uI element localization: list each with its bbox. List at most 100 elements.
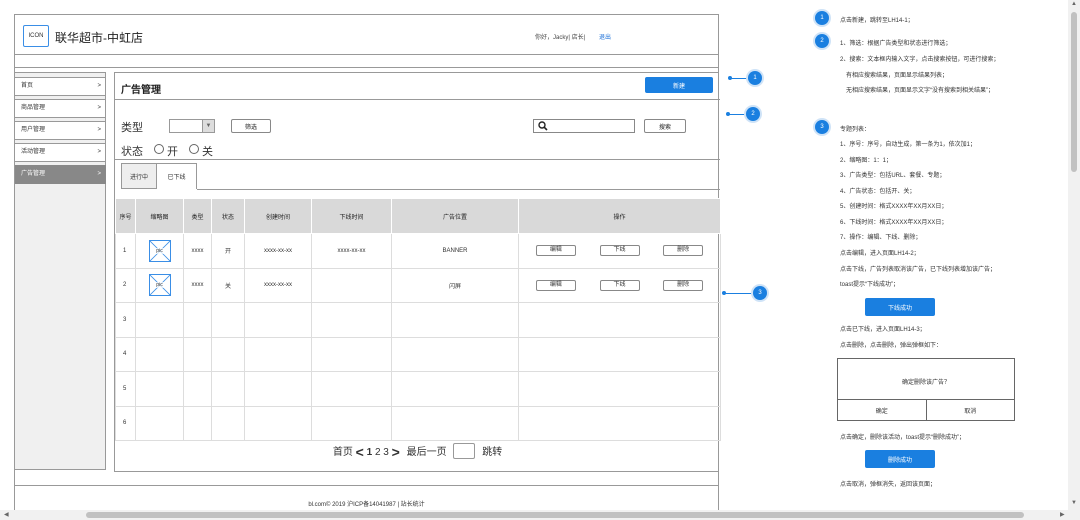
logout-link[interactable]: 退出	[599, 32, 611, 41]
column-header: 操作	[518, 198, 721, 234]
note-badge: 3	[815, 120, 829, 134]
note-text: toast提示“下线成功”；	[840, 282, 900, 288]
table-row: 5	[115, 371, 721, 407]
main-panel: 广告管理 新建 类型 ▼ 筛选 搜索 状态 开 关 进行中 已下线 序号 缩略图…	[114, 72, 721, 472]
chevron-right-icon: >	[97, 105, 101, 111]
chevron-right-icon[interactable]: >	[392, 444, 400, 460]
actions-cell: 编辑 下线 删除	[518, 233, 721, 269]
divider	[115, 99, 720, 100]
note-text: 1、筛选：根据广告类型和状态进行筛选；	[840, 41, 952, 47]
sidebar-item-label: 广告管理	[21, 171, 46, 177]
table-row: 1 pic xxxx 开 xxxx-xx-xx xxxx-xx-xx BANNE…	[115, 233, 721, 269]
position-cell: BANNER	[391, 233, 519, 269]
status-on-radio[interactable]	[154, 144, 164, 154]
page-link[interactable]: 3	[383, 447, 389, 458]
cancel-button[interactable]: 取消	[927, 400, 1015, 420]
note-text: 点击确定，删除该活动，toast提示“删除成功”；	[840, 435, 966, 441]
sidebar-item-activities[interactable]: 活动管理 >	[15, 143, 106, 162]
note-text: 点击编辑，进入页面LH14-2；	[840, 251, 920, 257]
thumbnail-label: pic	[149, 247, 170, 254]
row-number: 1	[115, 233, 136, 269]
page-jump-input[interactable]	[453, 443, 476, 459]
sidebar: 首页 > 商品管理 > 用户管理 > 活动管理 > 广告管理 >	[15, 72, 106, 470]
column-header: 缩略图	[135, 198, 184, 234]
last-page-link[interactable]: 最后一页	[407, 447, 447, 458]
edit-button[interactable]: 编辑	[535, 279, 576, 291]
dialog-actions: 确定 取消	[838, 399, 1014, 420]
thumbnail-cell: pic	[135, 233, 184, 269]
chevron-right-icon: >	[97, 171, 101, 177]
delete-confirm-dialog: 确定删除该广告？ 确定 取消	[837, 358, 1015, 421]
sidebar-item-label: 商品管理	[21, 105, 46, 111]
sidebar-item-users[interactable]: 用户管理 >	[15, 121, 106, 140]
dialog-message: 确定删除该广告？	[901, 380, 950, 386]
offline-cell	[311, 267, 392, 303]
scroll-down-icon[interactable]: ▼	[1071, 500, 1077, 506]
row-number: 6	[115, 405, 136, 441]
logo: ICON	[23, 25, 49, 47]
divider	[15, 485, 718, 486]
status-off-radio[interactable]	[189, 144, 199, 154]
column-header: 类型	[183, 198, 212, 234]
page-link-current[interactable]: 1	[367, 447, 373, 458]
page-title: 广告管理	[121, 85, 161, 96]
table-row: 3	[115, 302, 721, 338]
page-link[interactable]: 2	[375, 447, 381, 458]
sidebar-item-label: 活动管理	[21, 149, 46, 155]
filter-button[interactable]: 筛选	[231, 119, 271, 133]
offline-button[interactable]: 下线	[599, 279, 640, 291]
callout-badge: 3	[753, 286, 767, 300]
tab-offline[interactable]: 已下线	[157, 163, 197, 189]
created-cell: xxxx-xx-xx	[244, 267, 312, 303]
footer: bl.com© 2019 沪ICP备14041987 | 站长统计	[308, 502, 425, 508]
horizontal-scrollbar[interactable]: ◀ ▶	[0, 510, 1080, 520]
type-select[interactable]: ▼	[169, 119, 215, 133]
sidebar-item-label: 用户管理	[21, 127, 46, 133]
scroll-up-icon[interactable]: ▲	[1071, 1, 1077, 7]
note-text: 5、创建时间：格式XXXX年XX月XX日；	[840, 204, 948, 210]
vertical-scrollbar[interactable]: ▲ ▼	[1068, 0, 1080, 510]
chevron-left-icon[interactable]: <	[356, 444, 364, 460]
sidebar-item-products[interactable]: 商品管理 >	[15, 99, 106, 118]
callout-line	[728, 114, 746, 115]
status-on-label: 开	[167, 146, 178, 158]
scroll-right-icon[interactable]: ▶	[1060, 511, 1065, 518]
pagination: 首页 < 1 2 3 > 最后一页 跳转	[115, 443, 720, 460]
confirm-button[interactable]: 确定	[838, 400, 927, 420]
search-input[interactable]	[533, 119, 635, 133]
offline-button[interactable]: 下线	[599, 245, 640, 257]
note-text: 点击下线，广告列表取消该广告，已下线列表增加该广告；	[840, 267, 997, 273]
note-badge: 1	[815, 11, 829, 25]
sidebar-item-home[interactable]: 首页 >	[15, 77, 106, 96]
note-text: 7、操作：编辑、下线、删除；	[840, 235, 922, 241]
status-off-label: 关	[202, 146, 213, 158]
callout-line	[724, 293, 754, 294]
column-header: 下线时间	[311, 198, 392, 234]
edit-button[interactable]: 编辑	[535, 245, 576, 257]
chevron-right-icon: >	[97, 83, 101, 89]
delete-button[interactable]: 删除	[663, 279, 704, 291]
offline-cell: xxxx-xx-xx	[311, 233, 392, 269]
first-page-link[interactable]: 首页	[333, 447, 353, 458]
note-text: 专题列表：	[840, 127, 871, 133]
note-text: 有相应搜索结果，页面显示结果列表；	[846, 73, 949, 79]
divider	[15, 67, 718, 68]
actions-cell: 编辑 下线 删除	[518, 267, 721, 303]
jump-button[interactable]: 跳转	[482, 447, 502, 458]
scroll-left-icon[interactable]: ◀	[4, 511, 9, 518]
new-button[interactable]: 新建	[645, 77, 713, 93]
search-button[interactable]: 搜索	[644, 119, 686, 133]
scrollbar-thumb[interactable]	[86, 512, 1024, 518]
note-text: 4、广告状态：包括开、关；	[840, 189, 916, 195]
scrollbar-thumb[interactable]	[1071, 12, 1077, 172]
tab-ongoing[interactable]: 进行中	[121, 163, 157, 189]
row-number: 4	[115, 336, 136, 372]
type-cell: xxxx	[183, 233, 212, 269]
note-text: 点击已下线，进入页面LH14-3；	[840, 327, 926, 333]
sidebar-item-ads[interactable]: 广告管理 >	[15, 165, 106, 184]
ads-table: 序号 缩略图 类型 状态 创建时间 下线时间 广告位置 操作 1 pic xxx…	[115, 198, 721, 441]
delete-button[interactable]: 删除	[663, 245, 704, 257]
sidebar-item-label: 首页	[21, 83, 34, 89]
column-header: 广告位置	[391, 198, 519, 234]
table-row: 4	[115, 336, 721, 372]
